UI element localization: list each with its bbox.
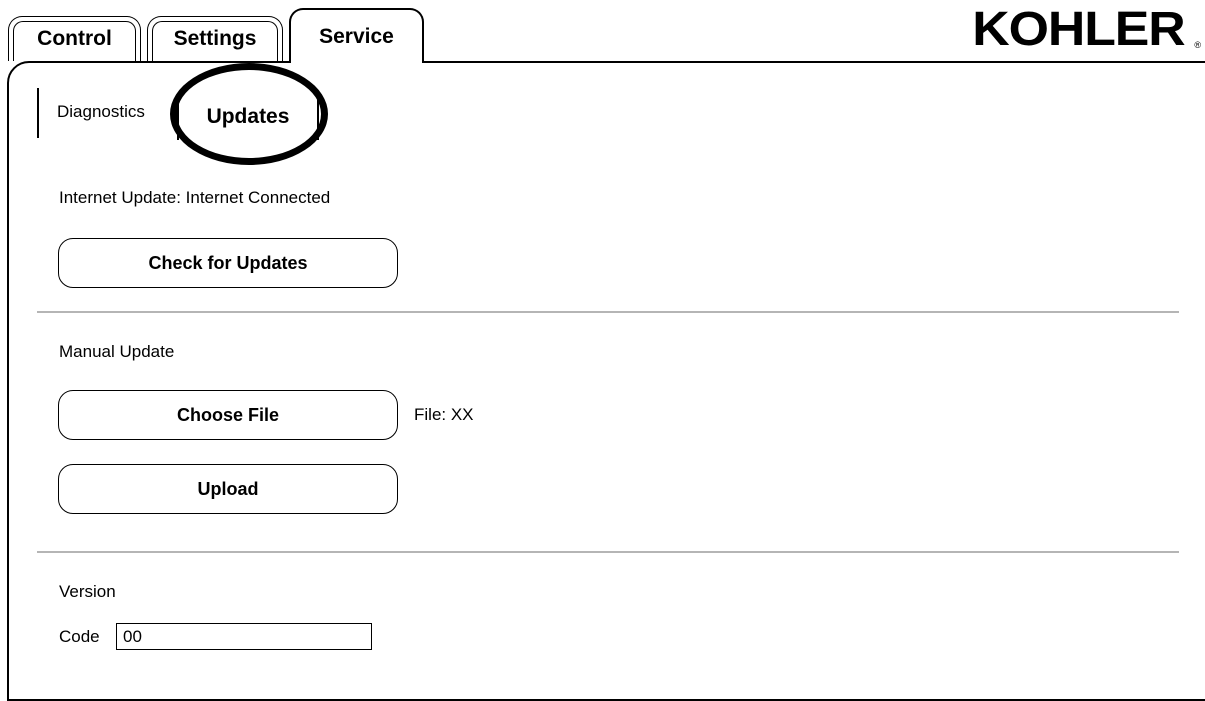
subtab-updates[interactable]: Updates	[177, 94, 319, 140]
choose-file-button[interactable]: Choose File	[58, 390, 398, 440]
version-title: Version	[59, 582, 116, 601]
section-divider	[37, 311, 1179, 313]
tab-control[interactable]: Control	[8, 16, 141, 61]
tab-control-label: Control	[37, 27, 112, 50]
code-field[interactable]	[116, 623, 372, 650]
subtab-updates-label: Updates	[206, 105, 290, 128]
subtab-bar-edge	[37, 88, 39, 138]
tab-settings-label: Settings	[173, 27, 257, 50]
tab-service-label: Service	[319, 24, 394, 48]
service-panel	[7, 61, 1205, 701]
code-label: Code	[59, 627, 100, 646]
subtab-diagnostics[interactable]: Diagnostics	[57, 102, 145, 122]
file-name-label: File: XX	[414, 405, 474, 424]
section-divider	[37, 551, 1179, 553]
kohler-logo: KOHLER	[972, 3, 1186, 56]
registered-mark: ®	[1194, 40, 1201, 50]
tab-settings[interactable]: Settings	[147, 16, 283, 61]
upload-button[interactable]: Upload	[58, 464, 398, 514]
internet-update-status: Internet Update: Internet Connected	[59, 188, 331, 207]
manual-update-title: Manual Update	[59, 342, 175, 361]
check-for-updates-button[interactable]: Check for Updates	[58, 238, 398, 288]
tab-service[interactable]: Service	[289, 8, 424, 63]
